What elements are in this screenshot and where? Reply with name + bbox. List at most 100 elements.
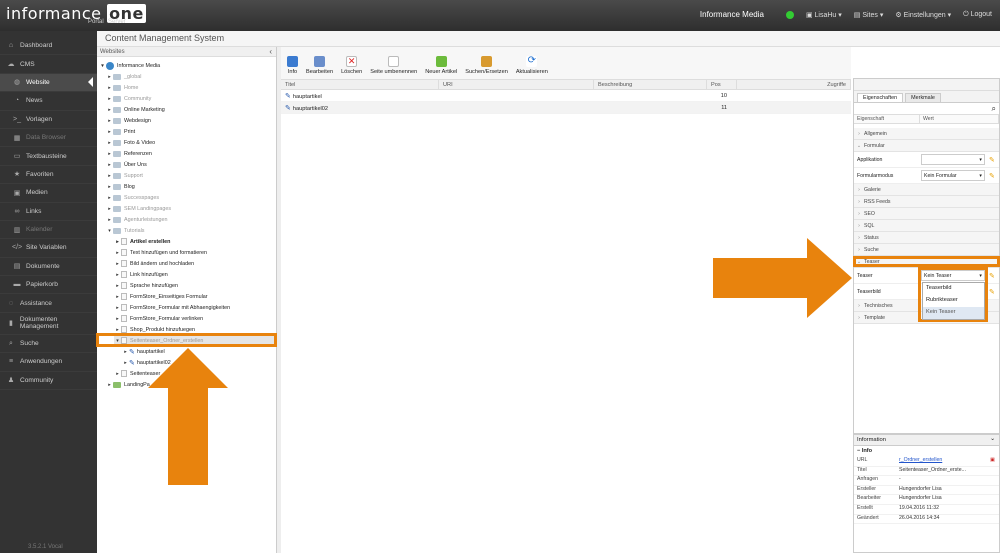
tree-item[interactable]: ▸ Webdesign <box>106 115 151 126</box>
tree-item[interactable]: ▸ FormStore_Einseitiges Formular <box>114 291 208 302</box>
tree-item[interactable]: ▸ Successpages <box>106 192 159 203</box>
sidebar-item-suche[interactable]: ⌕ Suche <box>0 335 97 354</box>
dropdown-option[interactable]: Rubrikteaser <box>923 295 984 307</box>
sidebar-item-assistance[interactable]: ◌ Assistance <box>0 294 97 313</box>
col-uri[interactable]: URI <box>439 80 594 89</box>
sidebar-item-anwendungen[interactable]: ≡ Anwendungen <box>0 353 97 372</box>
collapse-left-icon[interactable]: ‹ <box>269 47 272 56</box>
sidebar-item-papierkorb[interactable]: ▬ Papierkorb <box>0 276 97 295</box>
sidebar-item-dashboard[interactable]: ⌂ Dashboard <box>0 37 97 56</box>
toolbar: Info Bearbeiten ✕ Löschen Seite umbenenne… <box>281 47 851 80</box>
rename-button[interactable]: Seite umbenennen <box>368 56 419 75</box>
sidebar-item-cms[interactable]: ☁ CMS <box>0 55 97 74</box>
sidebar-item-textbausteine[interactable]: ▭ Textbausteine <box>0 147 97 166</box>
article-list-panel: Info Bearbeiten ✕ Löschen Seite umbenenne… <box>281 47 851 553</box>
tree-item[interactable]: ▸ LandingPa <box>106 379 150 390</box>
logout-button[interactable]: ⏻ Logout <box>963 11 992 19</box>
folder-icon <box>113 172 121 179</box>
folder-icon <box>113 381 121 388</box>
external-link-icon[interactable]: ▣ <box>990 457 995 466</box>
tree-item[interactable]: ▸ Foto & Video <box>106 137 155 148</box>
tree-item[interactable]: ▸ Community <box>106 93 151 104</box>
col-pos[interactable]: Pos <box>707 80 737 89</box>
tree-item[interactable]: ▸ Print <box>106 126 135 137</box>
tree-item[interactable]: ▸ Bild ändern und hochladen <box>114 258 194 269</box>
information-header[interactable]: Information ⌄ <box>854 435 999 446</box>
formularmodus-select[interactable]: Kein Formular ▾ <box>921 170 985 181</box>
sidebar-item-website[interactable]: ◍ Website <box>0 73 97 93</box>
property-search[interactable]: ⌕ <box>854 103 999 115</box>
cat-galerie[interactable]: › Galerie <box>854 184 999 196</box>
tree-item[interactable]: ▸ Shop_Produkt hinzufuegen <box>114 324 195 335</box>
pencil-icon[interactable]: ✎ <box>989 288 995 296</box>
applikation-select[interactable]: ▾ <box>921 154 985 165</box>
info-button[interactable]: Info <box>285 56 300 75</box>
col-title[interactable]: Titel <box>281 80 439 89</box>
cat-status[interactable]: › Status <box>854 232 999 244</box>
cat-suche[interactable]: › Suche <box>854 244 999 256</box>
tree-item[interactable]: ▸ Blog <box>106 181 135 192</box>
pencil-icon[interactable]: ✎ <box>989 172 995 180</box>
star-icon: ★ <box>13 171 21 179</box>
sidebar-item-site-variablen[interactable]: </> Site Variablen <box>0 239 97 258</box>
cat-sql[interactable]: › SQL <box>854 220 999 232</box>
sites-menu[interactable]: ▤ Sites ▾ <box>854 11 884 19</box>
sidebar-item-dokumente[interactable]: ▤ Dokumente <box>0 258 97 277</box>
tree-item[interactable]: ▸ Agenturleistungen <box>106 214 167 225</box>
settings-menu[interactable]: ⚙ Einstellungen ▾ <box>895 11 951 19</box>
list-icon: ≡ <box>8 358 14 366</box>
sidebar-item-kalender[interactable]: ▥ Kalender <box>0 221 97 240</box>
pencil-icon[interactable]: ✎ <box>989 156 995 164</box>
tree-item[interactable]: ▾ Tutorials <box>106 225 144 236</box>
tree-item[interactable]: ▸ _global <box>106 71 141 82</box>
sidebar-item-vorlagen[interactable]: >_ Vorlagen <box>0 111 97 129</box>
dropdown-option[interactable]: Teaserbild <box>923 283 984 295</box>
tree-item[interactable]: ▸ Artikel erstellen <box>114 236 170 247</box>
sidebar-item-medien[interactable]: ▣ Medien <box>0 184 97 203</box>
tree-item[interactable]: ▸ Support <box>106 170 143 181</box>
pencil-icon[interactable]: ✎ <box>989 272 995 280</box>
refresh-button[interactable]: ⟳ Aktualisieren <box>514 56 550 76</box>
col-description[interactable]: Beschreibung <box>594 80 707 89</box>
tree-item[interactable]: ▸ Online Marketing <box>106 104 165 115</box>
new-article-button[interactable]: Neuer Artikel <box>423 56 459 75</box>
cat-teaser[interactable]: ⌄ Teaser <box>854 256 999 268</box>
tree-item[interactable]: ▸ Home <box>106 82 138 93</box>
sidebar-item-news[interactable]: ◔ News <box>0 92 97 111</box>
delete-button[interactable]: ✕ Löschen <box>339 56 364 75</box>
tab-info[interactable]: − Info <box>854 446 999 457</box>
tree-item[interactable]: ▸ Referenzen <box>106 148 152 159</box>
sidebar-item-community[interactable]: ♟ Community <box>0 372 97 391</box>
cat-allgemein[interactable]: › Allgemein <box>854 128 999 140</box>
sidebar-item-links[interactable]: ∞ Links <box>0 203 97 221</box>
tree-item-selected[interactable]: ▾ Seitenteaser_Ordner_erstellen <box>114 335 274 346</box>
cat-seo[interactable]: › SEO <box>854 208 999 220</box>
tree-item[interactable]: ▸ FormStore_Formular mit Abhaengigkeiten <box>114 302 230 313</box>
edit-button[interactable]: Bearbeiten <box>304 56 335 75</box>
chevron-down-icon[interactable]: ⌄ <box>990 436 995 442</box>
tree-item[interactable]: ▸ Sprache hinzufügen <box>114 280 178 291</box>
user-menu[interactable]: ▣ LisaHu ▾ <box>806 11 842 19</box>
sidebar-item-dokumenten-management[interactable]: ▮ Dokumenten Management <box>0 313 97 335</box>
search-replace-button[interactable]: Suchen/Ersetzen <box>463 56 510 75</box>
teaser-select[interactable]: Kein Teaser ▾ <box>921 270 985 281</box>
tree-item[interactable]: ▸ SEM Landingpages <box>106 203 171 214</box>
dropdown-option[interactable]: Kein Teaser <box>923 307 984 319</box>
tree-root[interactable]: ▾ Informance Media <box>99 60 160 71</box>
tree-item[interactable]: ▸ FormStore_Formular verlinken <box>114 313 203 324</box>
logo-portal-text: Portal <box>88 19 104 25</box>
orange-arrow-shaft <box>168 385 208 485</box>
tree-item[interactable]: ▸ Über Uns <box>106 159 147 170</box>
cat-rss[interactable]: › RSS Feeds <box>854 196 999 208</box>
sidebar-item-data-browser[interactable]: ▦ Data Browser <box>0 129 97 148</box>
tab-eigenschaften[interactable]: Eigenschaften <box>857 93 904 102</box>
url-link[interactable]: r_Ordner_erstellen <box>899 457 942 466</box>
tree-item[interactable]: ▸ Link hinzufügen <box>114 269 168 280</box>
tree-item[interactable]: ▸ Text hinzufügen und formatieren <box>114 247 207 258</box>
col-access[interactable]: Zugriffe <box>737 80 851 89</box>
table-row[interactable]: ✎ hauptartikel 10 <box>281 90 851 102</box>
table-row[interactable]: ✎ hauptartikel02 11 <box>281 102 851 114</box>
sidebar-item-favoriten[interactable]: ★ Favoriten <box>0 166 97 185</box>
cat-formular[interactable]: ⌄ Formular <box>854 140 999 152</box>
tab-merkmale[interactable]: Merkmale <box>905 93 941 102</box>
